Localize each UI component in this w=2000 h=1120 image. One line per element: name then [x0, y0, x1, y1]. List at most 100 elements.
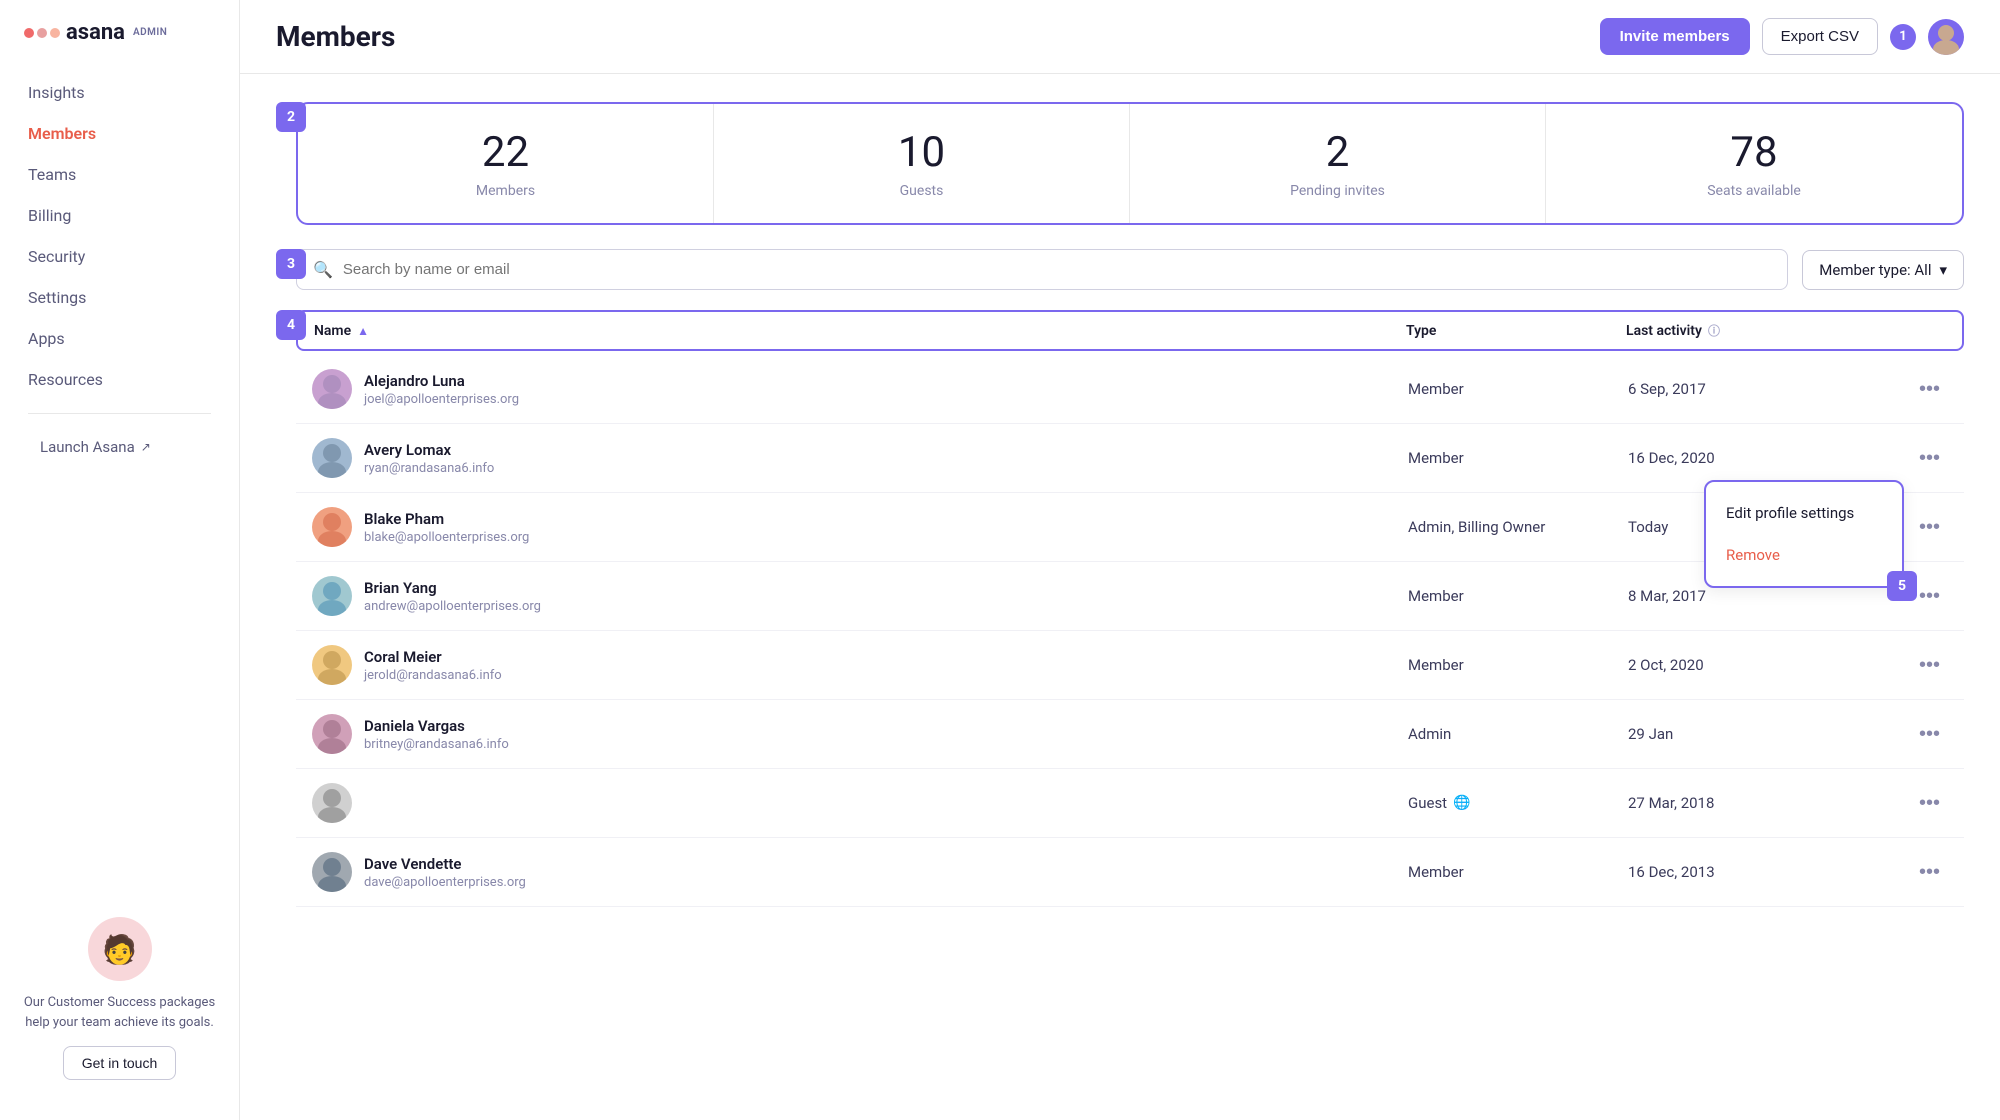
sidebar-item-members[interactable]: Members [12, 114, 227, 153]
cta-text: Our Customer Success packages help your … [16, 993, 223, 1032]
member-info: Avery Lomax ryan@randasana6.info [312, 438, 1408, 478]
dot-red [24, 28, 34, 38]
stat-seats-label: Seats available [1566, 183, 1942, 199]
member-type-filter[interactable]: Member type: All ▾ [1802, 250, 1964, 290]
member-email: britney@randasana6.info [364, 737, 509, 752]
row-more-button[interactable]: ••• [1888, 443, 1948, 474]
chevron-down-icon: ▾ [1939, 261, 1947, 279]
dot-pink [37, 28, 47, 38]
member-name: Blake Pham [364, 510, 529, 528]
member-activity: 8 Mar, 2017 [1628, 587, 1888, 605]
search-input[interactable] [343, 261, 1771, 278]
row-more-button[interactable]: ••• [1888, 788, 1948, 819]
avatar [312, 438, 352, 478]
sidebar: asana ADMIN Insights Members Teams Billi… [0, 0, 240, 1120]
table-row: Coral Meier jerold@randasana6.info Membe… [296, 631, 1964, 700]
member-info: Daniela Vargas britney@randasana6.info [312, 714, 1408, 754]
member-email: jerold@randasana6.info [364, 668, 502, 683]
member-type: Admin [1408, 725, 1628, 743]
row-more-button[interactable]: ••• [1888, 857, 1948, 888]
sidebar-item-teams[interactable]: Teams [12, 155, 227, 194]
sidebar-item-insights[interactable]: Insights [12, 73, 227, 112]
member-activity: 29 Jan [1628, 725, 1888, 743]
member-email: andrew@apolloenterprises.org [364, 599, 541, 614]
stat-guests-label: Guests [734, 183, 1109, 199]
member-name: Dave Vendette [364, 855, 526, 873]
row-more-button[interactable]: ••• [1888, 719, 1948, 750]
avatar [312, 852, 352, 892]
step-badge-5: 5 [1887, 571, 1917, 601]
search-icon: 🔍 [313, 260, 333, 279]
member-activity: 27 Mar, 2018 [1628, 794, 1888, 812]
header-actions: Invite members Export CSV 1 [1600, 18, 1964, 55]
stat-guests-number: 10 [734, 128, 1109, 177]
stat-members-number: 22 [318, 128, 693, 177]
column-name[interactable]: Name ▲ [314, 322, 1406, 339]
main-content: Members Invite members Export CSV 1 2 22… [240, 0, 2000, 1120]
stat-pending: 2 Pending invites [1130, 104, 1546, 223]
member-type: Member [1408, 863, 1628, 881]
avatar [312, 576, 352, 616]
member-email: ryan@randasana6.info [364, 461, 494, 476]
stats-bar: 22 Members 10 Guests 2 Pending invites 7… [296, 102, 1964, 225]
sidebar-nav: Insights Members Teams Billing Security … [0, 73, 239, 897]
member-type: Admin, Billing Owner [1408, 518, 1628, 536]
row-more-button[interactable]: ••• [1888, 374, 1948, 405]
sidebar-item-settings[interactable]: Settings [12, 278, 227, 317]
step-badge-4: 4 [276, 310, 306, 340]
member-type: Member [1408, 587, 1628, 605]
search-section: 3 🔍 Member type: All ▾ [296, 249, 1964, 290]
member-info: Alejandro Luna joel@apolloenterprises.or… [312, 369, 1408, 409]
cta-avatar: 🧑 [88, 917, 152, 981]
user-avatar[interactable] [1928, 19, 1964, 55]
page-title: Members [276, 20, 395, 53]
stats-section: 2 22 Members 10 Guests 2 Pending invites… [296, 102, 1964, 225]
stat-pending-label: Pending invites [1150, 183, 1525, 199]
member-name: Alejandro Luna [364, 372, 519, 390]
remove-member-item[interactable]: Remove [1706, 534, 1902, 576]
asana-dots [24, 28, 60, 38]
avatar [312, 369, 352, 409]
asana-logo: asana ADMIN [24, 20, 167, 45]
avatar [312, 645, 352, 685]
search-container: 🔍 [296, 249, 1788, 290]
avatar [312, 714, 352, 754]
stat-members-label: Members [318, 183, 693, 199]
get-in-touch-button[interactable]: Get in touch [63, 1046, 177, 1080]
page-header: Members Invite members Export CSV 1 [240, 0, 2000, 74]
sidebar-item-resources[interactable]: Resources [12, 360, 227, 399]
notification-badge[interactable]: 1 [1890, 24, 1916, 50]
member-type: Guest 🌐 [1408, 794, 1628, 812]
stat-guests: 10 Guests [714, 104, 1130, 223]
invite-members-button[interactable]: Invite members [1600, 18, 1750, 55]
launch-asana-link[interactable]: Launch Asana ↗ [12, 428, 227, 466]
member-activity: 2 Oct, 2020 [1628, 656, 1888, 674]
member-type: Member [1408, 380, 1628, 398]
edit-profile-settings-item[interactable]: Edit profile settings [1706, 492, 1902, 534]
member-info [312, 783, 1408, 823]
table-row: Guest 🌐 27 Mar, 2018 ••• [296, 769, 1964, 838]
member-info: Brian Yang andrew@apolloenterprises.org [312, 576, 1408, 616]
member-type: Member [1408, 656, 1628, 674]
admin-badge: ADMIN [133, 27, 167, 38]
step-badge-3: 3 [276, 249, 306, 279]
info-icon: ⓘ [1708, 322, 1720, 339]
stat-seats: 78 Seats available [1546, 104, 1962, 223]
column-actions [1886, 322, 1946, 339]
step-badge-2: 2 [276, 102, 306, 132]
sidebar-item-security[interactable]: Security [12, 237, 227, 276]
export-csv-button[interactable]: Export CSV [1762, 18, 1878, 55]
member-type: Member [1408, 449, 1628, 467]
stat-members: 22 Members [298, 104, 714, 223]
row-more-button[interactable]: ••• [1888, 650, 1948, 681]
sidebar-cta: 🧑 Our Customer Success packages help you… [16, 917, 223, 1080]
member-info: Blake Pham blake@apolloenterprises.org [312, 507, 1408, 547]
column-last-activity: Last activity ⓘ [1626, 322, 1886, 339]
member-activity: 6 Sep, 2017 [1628, 380, 1888, 398]
logo-text: asana [66, 20, 125, 45]
filter-label: Member type: All [1819, 261, 1931, 279]
sidebar-item-apps[interactable]: Apps [12, 319, 227, 358]
member-activity: 16 Dec, 2013 [1628, 863, 1888, 881]
sidebar-item-billing[interactable]: Billing [12, 196, 227, 235]
stat-seats-number: 78 [1566, 128, 1942, 177]
